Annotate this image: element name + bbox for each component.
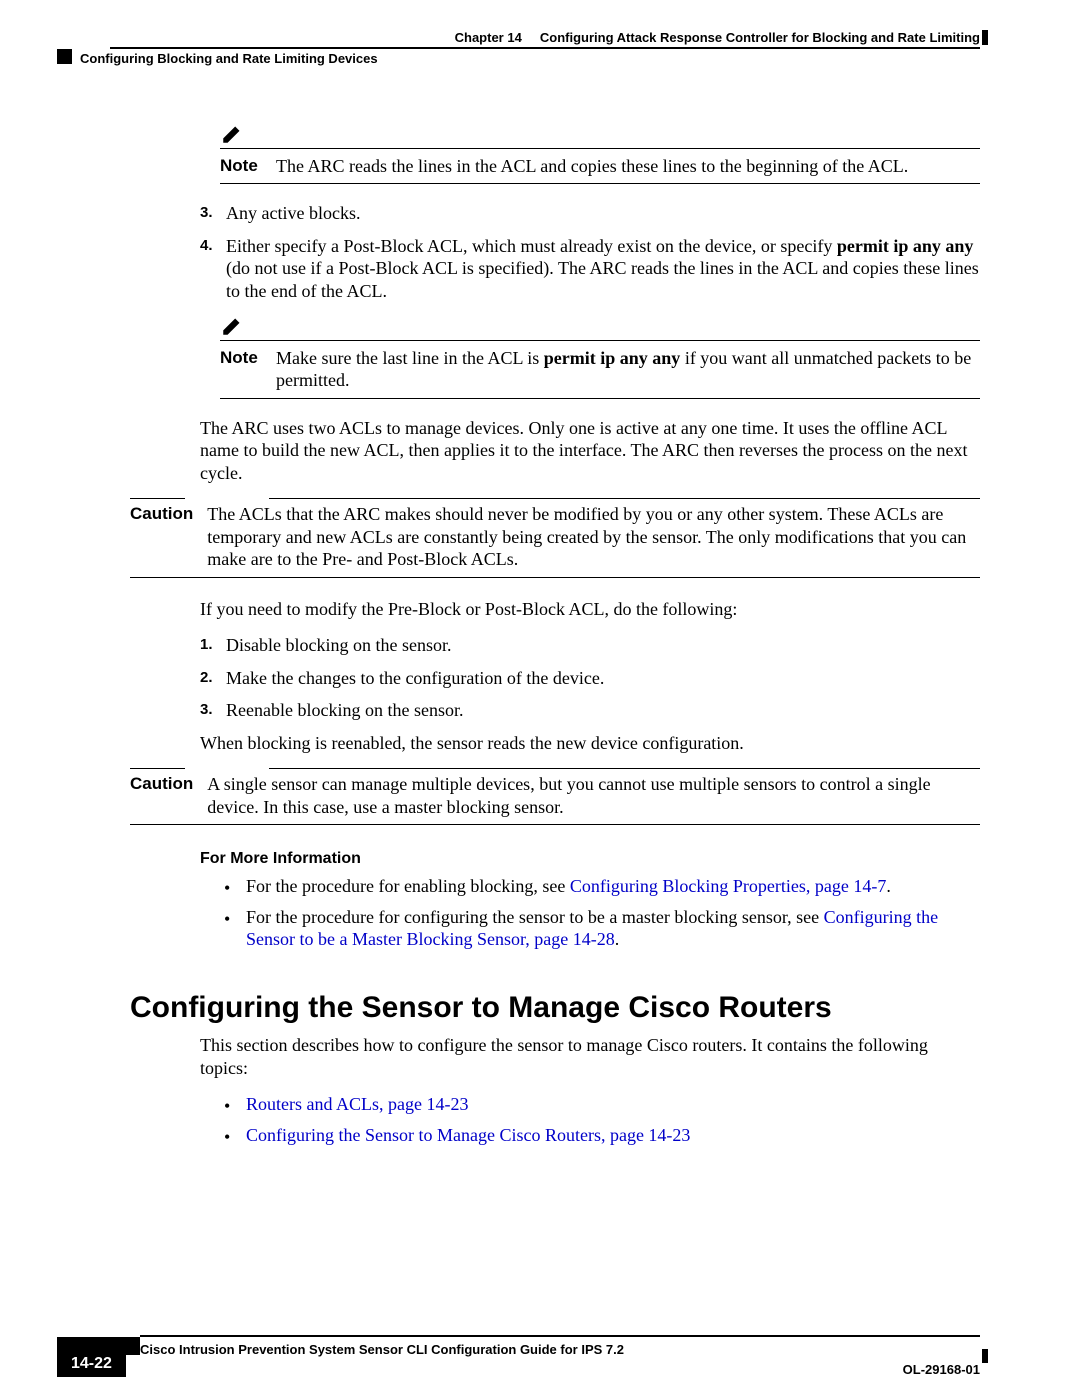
list-item: 1. Disable blocking on the sensor. bbox=[200, 634, 980, 657]
step-text: Disable blocking on the sensor. bbox=[226, 634, 980, 657]
fmi-heading: For More Information bbox=[200, 849, 980, 869]
paragraph: If you need to modify the Pre-Block or P… bbox=[200, 598, 980, 621]
header-rule bbox=[110, 47, 980, 49]
xref-link[interactable]: Configuring the Sensor to Manage Cisco R… bbox=[246, 1125, 690, 1145]
step-number: 2. bbox=[200, 667, 216, 690]
xref-link[interactable]: Routers and ACLs, page 14-23 bbox=[246, 1094, 468, 1114]
footer-book-title: Cisco Intrusion Prevention System Sensor… bbox=[140, 1342, 624, 1357]
step-number: 3. bbox=[200, 699, 216, 722]
section-heading: Configuring the Sensor to Manage Cisco R… bbox=[130, 989, 980, 1027]
note-label: Note bbox=[220, 155, 262, 178]
page-number: 14-22 bbox=[57, 1351, 126, 1377]
page: Chapter 14 Configuring Attack Response C… bbox=[0, 0, 1080, 1397]
list-item: 3. Any active blocks. bbox=[200, 202, 980, 225]
running-header-right: Chapter 14 Configuring Attack Response C… bbox=[455, 30, 980, 45]
caution-text: A single sensor can manage multiple devi… bbox=[207, 773, 980, 818]
content-area: Note The ARC reads the lines in the ACL … bbox=[130, 120, 980, 1154]
caution-label: Caution bbox=[130, 503, 193, 571]
bullet-icon: • bbox=[224, 1124, 234, 1149]
list-item: 2. Make the changes to the configuration… bbox=[200, 667, 980, 690]
step-number: 3. bbox=[200, 202, 216, 225]
caution-text: The ACLs that the ARC makes should never… bbox=[207, 503, 980, 571]
bullet-icon: • bbox=[224, 906, 234, 951]
footer-rule bbox=[140, 1335, 980, 1337]
step-number: 1. bbox=[200, 634, 216, 657]
list-item: • Routers and ACLs, page 14-23 bbox=[224, 1093, 980, 1118]
running-header-left: Configuring Blocking and Rate Limiting D… bbox=[80, 51, 378, 66]
header-endcap bbox=[982, 30, 988, 45]
chapter-label: Chapter 14 bbox=[455, 30, 522, 45]
pencil-icon bbox=[220, 322, 246, 342]
paragraph: When blocking is reenabled, the sensor r… bbox=[200, 732, 980, 755]
bullet-icon: • bbox=[224, 1093, 234, 1118]
list-item: 4. Either specify a Post-Block ACL, whic… bbox=[200, 235, 980, 303]
list-item: • For the procedure for enabling blockin… bbox=[224, 875, 980, 900]
note-block: Note The ARC reads the lines in the ACL … bbox=[220, 120, 980, 184]
header-marker-icon bbox=[57, 49, 72, 64]
note-text: The ARC reads the lines in the ACL and c… bbox=[276, 155, 980, 178]
note-label: Note bbox=[220, 347, 262, 392]
caution-block: Caution The ACLs that the ARC makes shou… bbox=[130, 498, 980, 578]
bullet-icon: • bbox=[224, 875, 234, 900]
step-text: Any active blocks. bbox=[226, 202, 980, 225]
step-text: Reenable blocking on the sensor. bbox=[226, 699, 980, 722]
xref-link[interactable]: Configuring Blocking Properties, page 14… bbox=[570, 876, 886, 896]
step-number: 4. bbox=[200, 235, 216, 303]
footer-endcap bbox=[982, 1349, 988, 1363]
pencil-icon bbox=[220, 130, 246, 150]
note-block: Note Make sure the last line in the ACL … bbox=[220, 312, 980, 399]
note-text: Make sure the last line in the ACL is pe… bbox=[276, 347, 980, 392]
paragraph: This section describes how to configure … bbox=[200, 1034, 980, 1079]
caution-label: Caution bbox=[130, 773, 193, 818]
list-item: • Configuring the Sensor to Manage Cisco… bbox=[224, 1124, 980, 1149]
paragraph: The ARC uses two ACLs to manage devices.… bbox=[200, 417, 980, 485]
step-text: Make the changes to the configuration of… bbox=[226, 667, 980, 690]
step-text: Either specify a Post-Block ACL, which m… bbox=[226, 235, 980, 303]
list-item: 3. Reenable blocking on the sensor. bbox=[200, 699, 980, 722]
chapter-title: Configuring Attack Response Controller f… bbox=[540, 30, 980, 45]
list-item: • For the procedure for configuring the … bbox=[224, 906, 980, 951]
footer-doc-id: OL-29168-01 bbox=[903, 1362, 980, 1377]
caution-block: Caution A single sensor can manage multi… bbox=[130, 768, 980, 825]
